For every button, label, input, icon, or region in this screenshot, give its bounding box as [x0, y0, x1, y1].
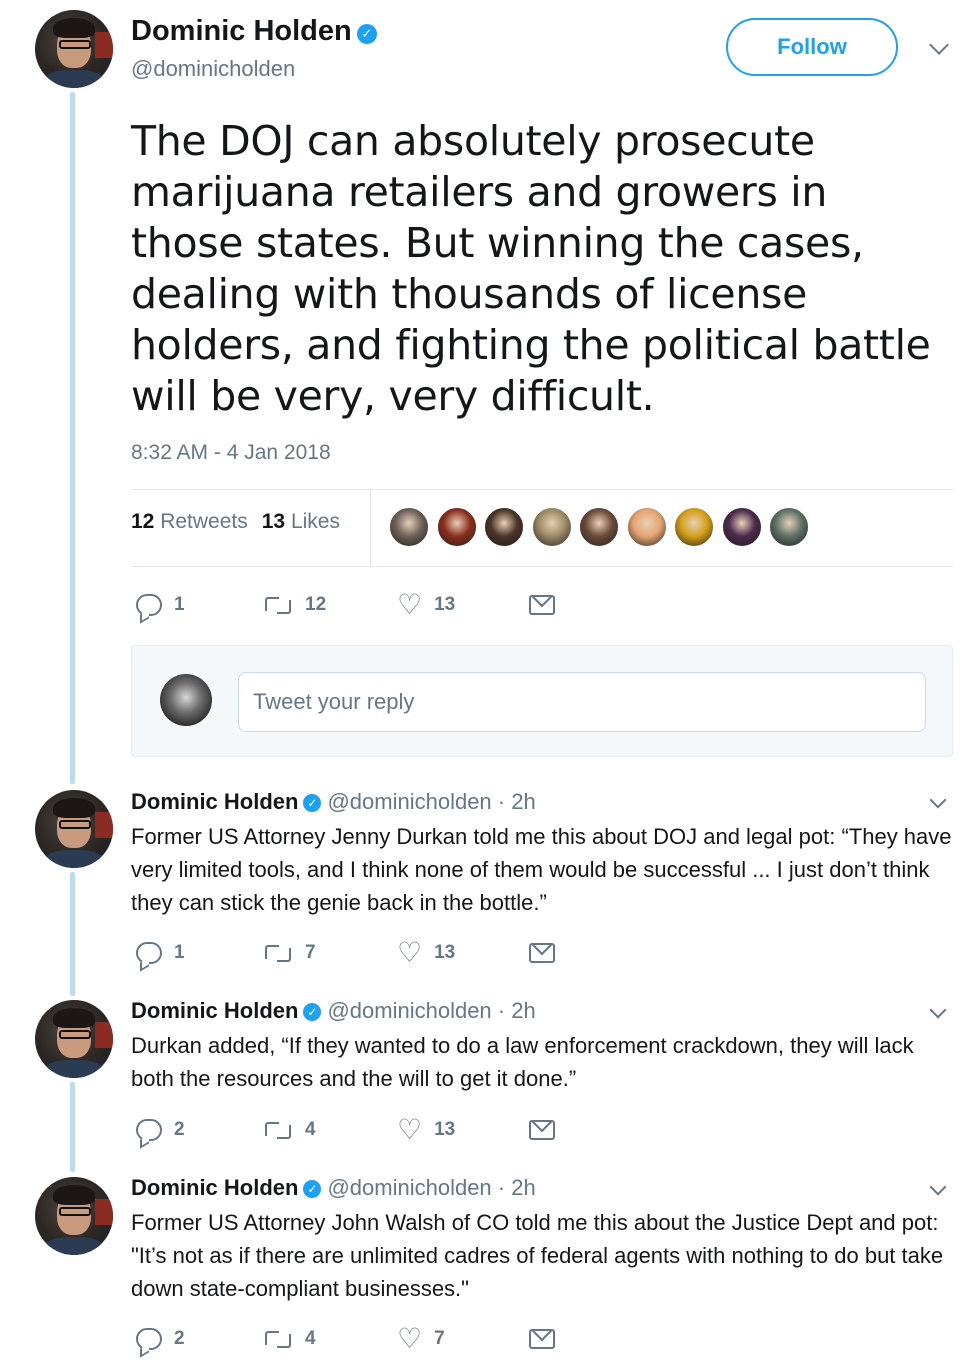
- retweet-count: 4: [305, 1119, 316, 1140]
- reply-count: 1: [174, 942, 185, 963]
- reply-count: 2: [174, 1119, 185, 1140]
- retweets-label: Retweets: [160, 510, 248, 533]
- verified-icon: ✓: [303, 1003, 322, 1021]
- author-name[interactable]: Dominic Holden: [131, 789, 298, 814]
- direct-message-button[interactable]: [529, 590, 555, 620]
- heart-icon: ♡: [397, 937, 423, 968]
- retweet-button[interactable]: 7: [263, 938, 316, 968]
- like-count: 13: [434, 1119, 456, 1140]
- liker-avatar[interactable]: [720, 506, 763, 548]
- thread-line: [70, 872, 75, 996]
- reply-icon: [136, 942, 162, 964]
- tweet-timestamp[interactable]: 8:32 AM - 4 Jan 2018: [131, 441, 331, 465]
- like-button[interactable]: ♡ 7: [397, 1324, 445, 1354]
- envelope-icon: [529, 1120, 555, 1140]
- liker-avatar[interactable]: [768, 506, 810, 548]
- retweets-count: 12: [131, 510, 155, 533]
- liker-avatar[interactable]: [578, 506, 620, 548]
- author-name[interactable]: Dominic Holden: [131, 1175, 298, 1200]
- heart-icon: ♡: [397, 1114, 423, 1145]
- reply-composer: Tweet your reply: [131, 645, 953, 757]
- author-name[interactable]: Dominic Holden ✓: [131, 15, 377, 48]
- retweet-button[interactable]: 4: [263, 1115, 316, 1145]
- tweet-stats: 12 Retweets 13 Likes: [131, 510, 340, 534]
- author-handle[interactable]: @dominicholden · 2h: [327, 789, 535, 814]
- reply-header: Dominic Holden ✓ @dominicholden · 2h: [131, 789, 536, 815]
- reply-count: 1: [174, 594, 185, 615]
- retweet-icon: [263, 594, 293, 616]
- chevron-down-icon[interactable]: [929, 1001, 947, 1019]
- like-count: 13: [434, 594, 456, 615]
- reply-button[interactable]: 2: [136, 1115, 185, 1145]
- direct-message-button[interactable]: [529, 1115, 555, 1145]
- author-handle[interactable]: @dominicholden · 2h: [327, 1175, 535, 1200]
- heart-icon: ♡: [397, 1323, 423, 1354]
- reply-icon: [136, 1119, 162, 1141]
- retweet-button[interactable]: 4: [263, 1324, 316, 1354]
- retweet-icon: [263, 942, 293, 964]
- direct-message-button[interactable]: [529, 938, 555, 968]
- current-user-avatar: [160, 674, 212, 726]
- reply-header: Dominic Holden ✓ @dominicholden · 2h: [131, 1175, 536, 1201]
- like-count: 7: [434, 1328, 445, 1349]
- envelope-icon: [529, 595, 555, 615]
- reply-header: Dominic Holden ✓ @dominicholden · 2h: [131, 998, 536, 1024]
- heart-icon: ♡: [397, 589, 423, 620]
- reply-button[interactable]: 2: [136, 1324, 185, 1354]
- avatar[interactable]: [35, 790, 113, 868]
- thread-line: [70, 92, 75, 784]
- reply-input[interactable]: Tweet your reply: [238, 672, 926, 732]
- author-handle[interactable]: @dominicholden: [131, 56, 295, 82]
- author-name-text[interactable]: Dominic Holden: [131, 15, 352, 47]
- verified-icon: ✓: [356, 24, 377, 44]
- avatar[interactable]: [35, 1000, 113, 1078]
- envelope-icon: [529, 943, 555, 963]
- divider: [131, 566, 953, 567]
- author-handle[interactable]: @dominicholden · 2h: [327, 998, 535, 1023]
- liker-avatar[interactable]: [625, 506, 668, 548]
- reply-button[interactable]: 1: [136, 590, 185, 620]
- tweet-text: Former US Attorney Jenny Durkan told me …: [131, 824, 952, 915]
- reply-count: 2: [174, 1328, 185, 1349]
- retweet-icon: [263, 1328, 293, 1350]
- chevron-down-icon[interactable]: [929, 791, 947, 809]
- retweet-count: 12: [305, 594, 327, 615]
- liker-avatar[interactable]: [483, 506, 525, 548]
- verified-icon: ✓: [303, 1180, 322, 1198]
- direct-message-button[interactable]: [529, 1324, 555, 1354]
- thread-line: [70, 1082, 75, 1172]
- author-name[interactable]: Dominic Holden: [131, 998, 298, 1023]
- reply-icon: [136, 594, 162, 616]
- like-count: 13: [434, 942, 456, 963]
- chevron-down-icon[interactable]: [929, 35, 949, 55]
- retweet-count: 4: [305, 1328, 316, 1349]
- like-button[interactable]: ♡ 13: [397, 938, 455, 968]
- chevron-down-icon[interactable]: [929, 1178, 947, 1196]
- liker-avatar[interactable]: [673, 506, 715, 548]
- likes-count: 13: [261, 510, 286, 533]
- retweet-count: 7: [305, 942, 316, 963]
- retweet-button[interactable]: 12: [263, 590, 326, 620]
- liker-avatar[interactable]: [388, 506, 430, 548]
- avatar[interactable]: [35, 1177, 113, 1255]
- retweet-icon: [263, 1119, 293, 1141]
- envelope-icon: [529, 1329, 555, 1349]
- reply-icon: [136, 1328, 162, 1350]
- likes-stat[interactable]: 13 Likes: [262, 510, 340, 533]
- likes-label: Likes: [290, 510, 340, 533]
- liker-avatar[interactable]: [435, 506, 478, 548]
- tweet-text: Former US Attorney John Walsh of CO told…: [131, 1210, 944, 1301]
- reply-button[interactable]: 1: [136, 938, 185, 968]
- tweet-text: The DOJ can absolutely prosecute marijua…: [131, 117, 931, 420]
- liker-avatar[interactable]: [530, 506, 573, 548]
- divider: [131, 489, 953, 490]
- verified-icon: ✓: [303, 794, 322, 812]
- avatar[interactable]: [35, 10, 113, 88]
- stats-divider: [370, 490, 371, 566]
- retweets-stat[interactable]: 12 Retweets: [131, 510, 248, 533]
- follow-button[interactable]: Follow: [726, 18, 898, 76]
- like-button[interactable]: ♡ 13: [397, 1115, 455, 1145]
- tweet-text: Durkan added, “If they wanted to do a la…: [131, 1033, 914, 1091]
- like-button[interactable]: ♡ 13: [397, 590, 455, 620]
